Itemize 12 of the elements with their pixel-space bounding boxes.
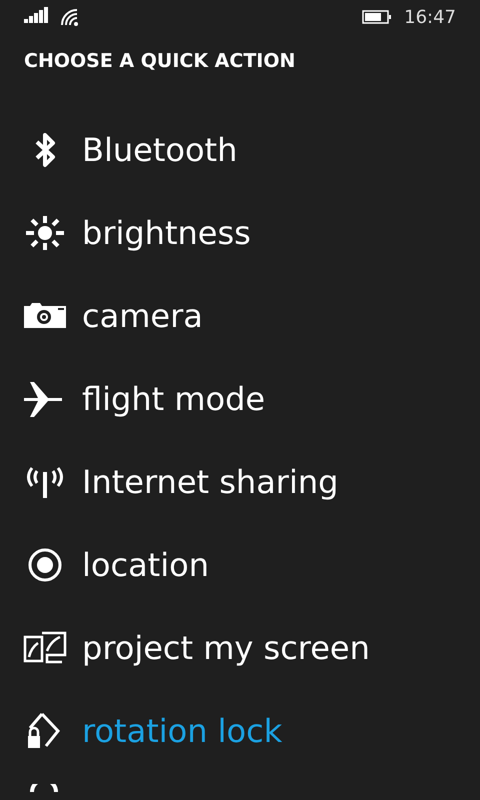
action-item[interactable]: project my screen: [82, 628, 370, 666]
signal-icon: [24, 7, 50, 23]
action-item[interactable]: camera: [82, 296, 203, 334]
action-item[interactable]: Bluetooth: [82, 130, 238, 168]
action-item[interactable]: flight mode: [82, 380, 266, 418]
action-item[interactable]: location: [82, 546, 209, 584]
action-item[interactable]: rotation lock: [82, 712, 282, 750]
action-item[interactable]: brightness: [82, 214, 251, 252]
clock: 16:47: [404, 6, 456, 28]
battery-icon: [362, 10, 392, 24]
page-header: CHOOSE A QUICK ACTION: [23, 49, 296, 74]
action-item[interactable]: Internet sharing: [82, 462, 338, 500]
